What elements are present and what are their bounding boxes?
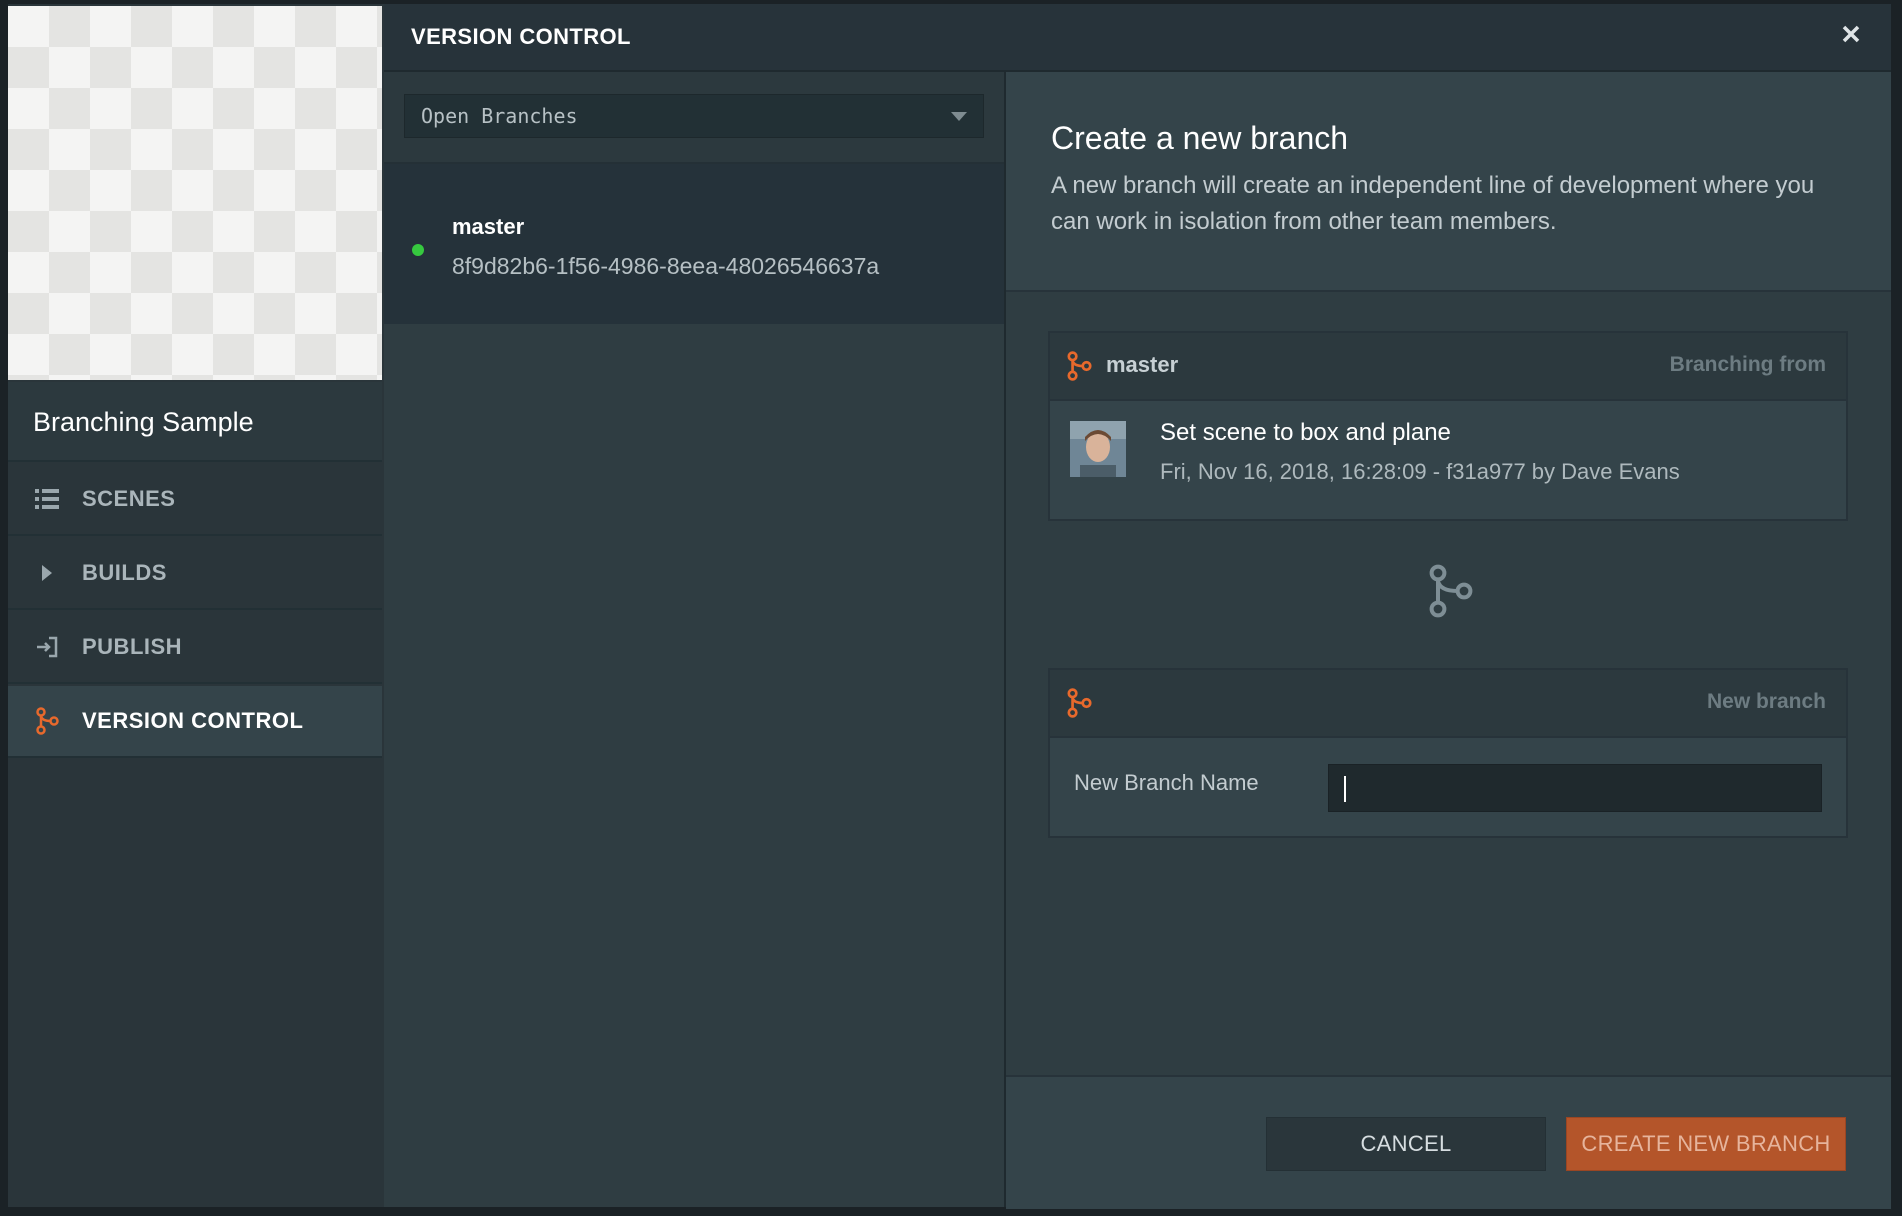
sidebar-item-scenes[interactable]: SCENES (8, 464, 382, 536)
create-branch-intro: Create a new branch A new branch will cr… (1006, 72, 1891, 292)
source-branch-name: master (1106, 352, 1179, 377)
new-branch-label: New branch (1706, 690, 1826, 713)
branching-from-label: Branching from (1669, 353, 1826, 376)
source-branch-card: master Branching from Set scene to box a… (1048, 331, 1848, 521)
sidebar-item-builds[interactable]: BUILDS (8, 538, 382, 610)
sidebar-item-label: PUBLISH (82, 634, 183, 659)
branch-list-item[interactable]: master 8f9d82b6-1f56-4986-8eea-480265466… (384, 164, 1004, 324)
sidebar-item-publish[interactable]: PUBLISH (8, 612, 382, 684)
dialog-header: VERSION CONTROL (384, 4, 1891, 72)
dialog-footer: CANCEL CREATE NEW BRANCH (1006, 1075, 1891, 1209)
branch-id: 8f9d82b6-1f56-4986-8eea-48026546637a (452, 253, 880, 279)
list-icon (32, 484, 62, 514)
sidebar-item-label: BUILDS (82, 560, 167, 585)
branch-filter-select[interactable]: Open Branches (404, 94, 984, 138)
new-branch-header: New branch (1050, 670, 1846, 738)
commit-message: Set scene to box and plane (1160, 419, 1451, 446)
create-branch-panel: Create a new branch A new branch will cr… (1006, 72, 1891, 1209)
create-branch-description: A new branch will create an independent … (1051, 172, 1815, 235)
commit-meta: Fri, Nov 16, 2018, 16:28:09 - f31a977 by… (1160, 459, 1680, 484)
new-branch-name-input[interactable] (1328, 764, 1822, 812)
source-branch-header: master Branching from (1050, 333, 1846, 401)
create-new-branch-button[interactable]: CREATE NEW BRANCH (1566, 1117, 1846, 1171)
sidebar: Branching Sample SCENES BUILDS PUBLISH V… (8, 4, 386, 1207)
branch-icon (32, 706, 62, 736)
project-name: Branching Sample (8, 382, 382, 462)
branch-fork-icon (1426, 562, 1474, 620)
app-frame: Branching Sample SCENES BUILDS PUBLISH V… (8, 4, 1891, 1209)
publish-icon (32, 632, 62, 662)
new-branch-name-label: New Branch Name (1074, 770, 1259, 795)
chevron-down-icon (951, 112, 967, 121)
close-button[interactable] (1833, 18, 1869, 54)
branch-name: master (452, 214, 525, 239)
branch-status-dot (412, 244, 424, 256)
play-icon (32, 558, 62, 588)
branch-filter-value: Open Branches (421, 104, 578, 128)
branch-list-panel: Open Branches master 8f9d82b6-1f56-4986-… (384, 72, 1006, 1207)
text-cursor (1344, 776, 1346, 802)
cancel-button[interactable]: CANCEL (1266, 1117, 1546, 1171)
avatar (1070, 421, 1126, 477)
new-branch-form: New Branch Name (1050, 738, 1846, 838)
close-icon (1841, 24, 1861, 49)
project-thumbnail (8, 6, 382, 380)
version-control-dialog: VERSION CONTROL Open Branches master 8f9… (384, 4, 1891, 1209)
new-branch-card: New branch New Branch Name (1048, 668, 1848, 838)
branch-filter-bar: Open Branches (384, 72, 1004, 164)
dialog-title: VERSION CONTROL (411, 24, 631, 49)
sidebar-item-version-control[interactable]: VERSION CONTROL (8, 686, 382, 758)
source-commit: Set scene to box and plane Fri, Nov 16, … (1050, 401, 1846, 521)
branch-icon (1066, 351, 1092, 386)
branch-icon (1066, 688, 1092, 723)
sidebar-item-label: VERSION CONTROL (82, 708, 304, 733)
create-branch-title: Create a new branch (1051, 120, 1349, 156)
sidebar-item-label: SCENES (82, 486, 176, 511)
